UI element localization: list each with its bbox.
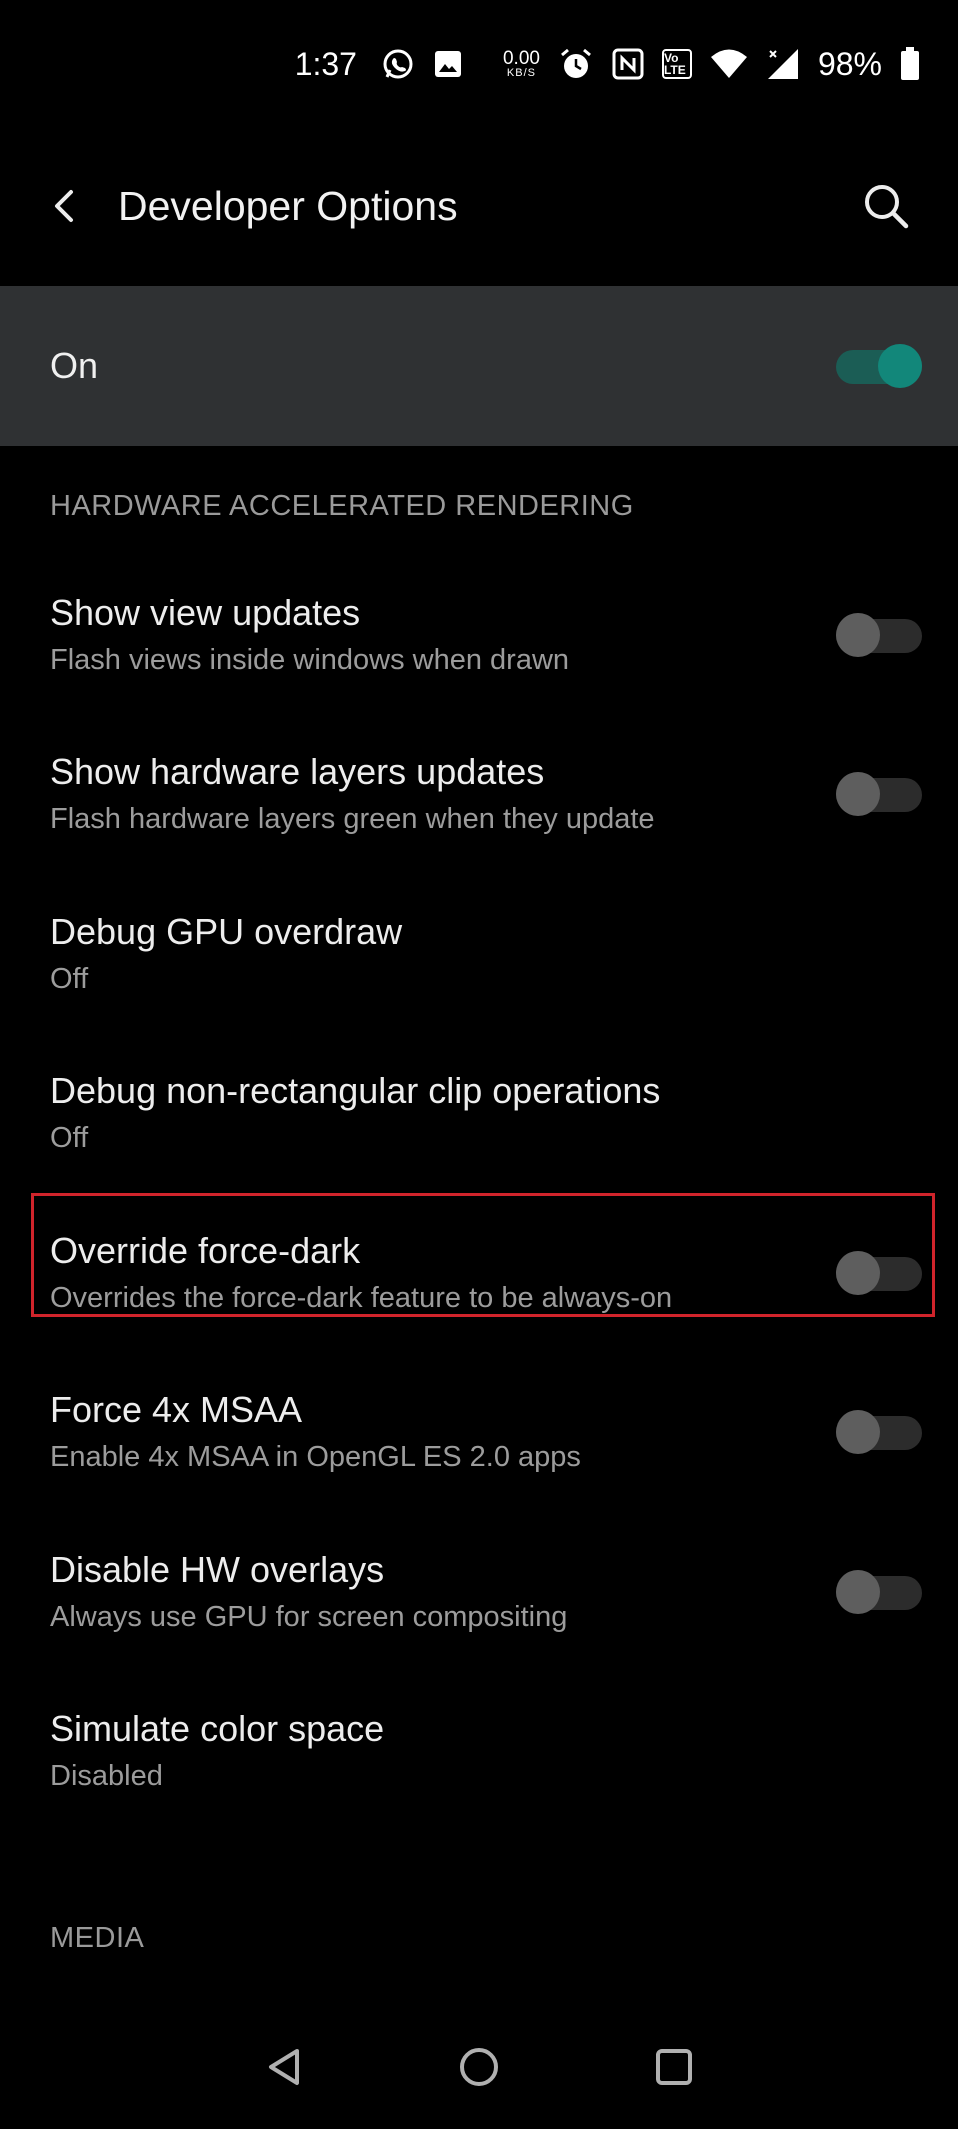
volte-icon: Vo LTE <box>661 49 692 79</box>
status-bar: 1:37 0.00 KB/S Vo LTE 98% <box>0 0 958 128</box>
nav-home-icon <box>460 2048 498 2086</box>
show-hardware-layers-updates-toggle[interactable] <box>836 772 922 816</box>
disable-hw-overlays-toggle[interactable] <box>836 1570 922 1614</box>
item-summary: Flash hardware layers green when they up… <box>50 803 655 835</box>
item-override-force-dark[interactable]: Override force-dark Overrides the force-… <box>0 1210 958 1370</box>
item-summary: Off <box>50 963 89 995</box>
section-header-media: MEDIA <box>50 1922 145 1954</box>
master-switch-label: On <box>50 345 99 386</box>
whatsapp-icon <box>381 47 415 81</box>
item-debug-non-rectangular-clip[interactable]: Debug non-rectangular clip operations Of… <box>0 1050 958 1210</box>
item-debug-gpu-overdraw[interactable]: Debug GPU overdraw Off <box>0 891 958 1051</box>
item-summary: Disabled <box>50 1760 163 1792</box>
item-summary: Always use GPU for screen compositing <box>50 1601 568 1633</box>
item-summary: Off <box>50 1122 89 1154</box>
nav-recents-button[interactable] <box>639 2032 709 2102</box>
network-speed: 0.00 KB/S <box>502 48 540 79</box>
item-force-4x-msaa[interactable]: Force 4x MSAA Enable 4x MSAA in OpenGL E… <box>0 1369 958 1529</box>
item-title: Force 4x MSAA <box>50 1389 303 1430</box>
item-title: Debug non-rectangular clip operations <box>50 1070 661 1111</box>
item-title: Debug GPU overdraw <box>50 911 403 952</box>
battery-icon <box>900 47 920 81</box>
item-summary: Enable 4x MSAA in OpenGL ES 2.0 apps <box>50 1441 581 1473</box>
item-title: Simulate color space <box>50 1708 385 1749</box>
item-summary: Flash views inside windows when drawn <box>50 644 570 676</box>
nfc-icon <box>612 48 644 80</box>
item-simulate-color-space[interactable]: Simulate color space Disabled <box>0 1688 958 1848</box>
item-title: Override force-dark <box>50 1230 361 1271</box>
status-time: 1:37 <box>294 45 357 82</box>
nav-home-button[interactable] <box>444 2032 514 2102</box>
item-title: Disable HW overlays <box>50 1549 385 1590</box>
nav-recents-icon <box>656 2049 692 2085</box>
show-view-updates-toggle[interactable] <box>836 613 922 657</box>
search-button[interactable] <box>858 178 914 234</box>
wifi-icon <box>710 48 748 80</box>
item-summary: Overrides the force-dark feature to be a… <box>50 1282 673 1314</box>
back-button[interactable] <box>38 180 90 232</box>
override-force-dark-toggle[interactable] <box>836 1251 922 1295</box>
item-title: Show hardware layers updates <box>50 751 545 792</box>
nav-back-button[interactable] <box>250 2032 320 2102</box>
section-header-hardware-rendering: HARDWARE ACCELERATED RENDERING <box>50 490 634 522</box>
item-disable-hw-overlays[interactable]: Disable HW overlays Always use GPU for s… <box>0 1529 958 1689</box>
page-title: Developer Options <box>118 183 458 229</box>
nav-back-icon <box>269 2049 299 2085</box>
master-switch-bar[interactable]: On <box>0 286 958 446</box>
item-show-hardware-layers-updates[interactable]: Show hardware layers updates Flash hardw… <box>0 731 958 891</box>
gallery-icon <box>433 49 463 79</box>
navigation-bar <box>0 2010 958 2129</box>
battery-percent: 98% <box>817 45 882 82</box>
alarm-icon <box>558 46 594 82</box>
force-4x-msaa-toggle[interactable] <box>836 1410 922 1454</box>
item-title: Show view updates <box>50 592 361 633</box>
back-icon <box>55 190 73 222</box>
master-switch-toggle[interactable] <box>836 344 922 388</box>
signal-icon <box>766 47 800 81</box>
app-bar: Developer Options <box>0 128 958 284</box>
item-show-view-updates[interactable]: Show view updates Flash views inside win… <box>0 572 958 732</box>
search-icon <box>865 185 909 229</box>
